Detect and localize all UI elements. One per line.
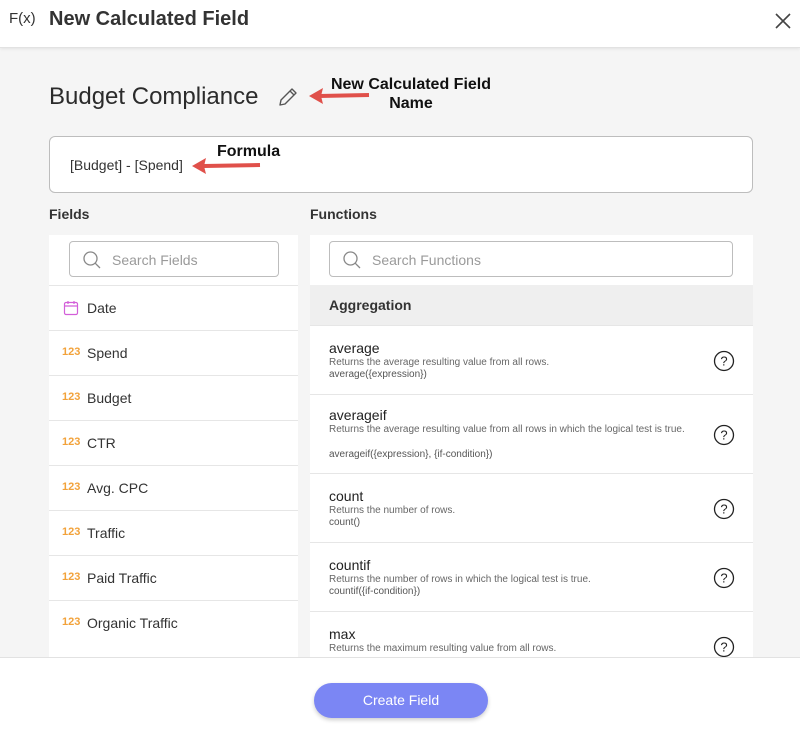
function-item-count[interactable]: count Returns the number of rows. count(… [310,473,753,542]
field-item-traffic[interactable]: 123 Traffic [49,510,298,555]
function-description: Returns the average resulting value from… [329,357,550,368]
svg-text:?: ? [720,571,727,586]
fields-label: Fields [49,206,90,222]
number-type-icon: 123 [62,346,81,358]
search-icon [343,251,361,269]
field-item-organic-traffic[interactable]: 123 Organic Traffic [49,600,298,645]
function-name: count [329,488,364,504]
function-name: averageif [329,407,387,423]
search-functions-input[interactable]: Search Functions [329,241,733,277]
number-type-icon: 123 [62,436,81,448]
help-icon[interactable]: ? [713,636,735,658]
field-label: Avg. CPC [87,480,149,496]
annotation-arrow-icon [192,158,261,174]
field-list: Date 123 Spend 123 Budget 123 CTR 123 Av… [49,285,298,645]
svg-text:?: ? [720,502,727,517]
function-item-average[interactable]: average Returns the average resulting va… [310,325,753,394]
create-field-button[interactable]: Create Field [314,683,488,718]
annotation-arrow-icon [309,88,370,104]
calendar-icon [63,301,79,316]
functions-label: Functions [310,206,377,222]
function-name: average [329,340,380,356]
function-signature: averageif({expression}, {if-condition}) [329,449,493,460]
search-fields-input[interactable]: Search Fields [69,241,279,277]
help-icon[interactable]: ? [713,498,735,520]
dialog-title: New Calculated Field [49,8,250,30]
field-label: CTR [87,435,116,451]
number-type-icon: 123 [62,526,81,538]
svg-text:?: ? [720,640,727,655]
number-type-icon: 123 [62,391,81,403]
function-item-averageif[interactable]: averageif Returns the average resulting … [310,394,753,473]
field-label: Paid Traffic [87,570,157,586]
field-item-date[interactable]: Date [49,285,298,330]
function-signature: average({expression}) [329,369,427,380]
function-description: Returns the maximum resulting value from… [329,643,557,654]
functions-panel: Search Functions Aggregation average Ret… [310,235,753,660]
dialog-footer: Create Field [0,657,800,735]
pencil-icon[interactable] [277,86,299,108]
function-list: average Returns the average resulting va… [310,325,753,660]
svg-text:?: ? [720,428,727,443]
function-signature: countif({if-condition}) [329,586,421,597]
function-signature: count() [329,517,361,528]
function-item-max[interactable]: max Returns the maximum resulting value … [310,611,753,660]
field-label: Budget [87,390,132,406]
field-label: Spend [87,345,128,361]
function-description: Returns the average resulting value from… [329,424,685,435]
field-label: Organic Traffic [87,615,178,631]
field-label: Date [87,300,117,316]
field-label: Traffic [87,525,126,541]
field-item-ctr[interactable]: 123 CTR [49,420,298,465]
help-icon[interactable]: ? [713,567,735,589]
number-type-icon: 123 [62,616,81,628]
function-description: Returns the number of rows. [329,505,456,516]
function-name: countif [329,557,371,573]
search-placeholder: Search Functions [372,252,481,268]
function-group-header: Aggregation [310,285,753,325]
fields-panel: Search Fields Date 123 Spend 123 Budget … [49,235,298,660]
field-item-paid-traffic[interactable]: 123 Paid Traffic [49,555,298,600]
help-icon[interactable]: ? [713,424,735,446]
field-item-spend[interactable]: 123 Spend [49,330,298,375]
svg-text:?: ? [720,354,727,369]
function-description: Returns the number of rows in which the … [329,574,591,585]
formula-editor[interactable]: [Budget] - [Spend] [49,136,753,193]
formula-text: [Budget] - [Spend] [70,157,183,173]
search-placeholder: Search Fields [112,252,198,268]
help-icon[interactable]: ? [713,350,735,372]
field-name-title: Budget Compliance [49,83,259,110]
field-item-budget[interactable]: 123 Budget [49,375,298,420]
number-type-icon: 123 [62,571,81,583]
function-group-label: Aggregation [329,297,412,313]
function-icon: F(x) [9,10,36,27]
number-type-icon: 123 [62,481,81,493]
search-icon [83,251,101,269]
field-item-avg-cpc[interactable]: 123 Avg. CPC [49,465,298,510]
function-name: max [329,626,356,642]
function-item-countif[interactable]: countif Returns the number of rows in wh… [310,542,753,611]
dialog-header: F(x) New Calculated Field [0,0,800,48]
close-icon[interactable] [772,10,794,32]
